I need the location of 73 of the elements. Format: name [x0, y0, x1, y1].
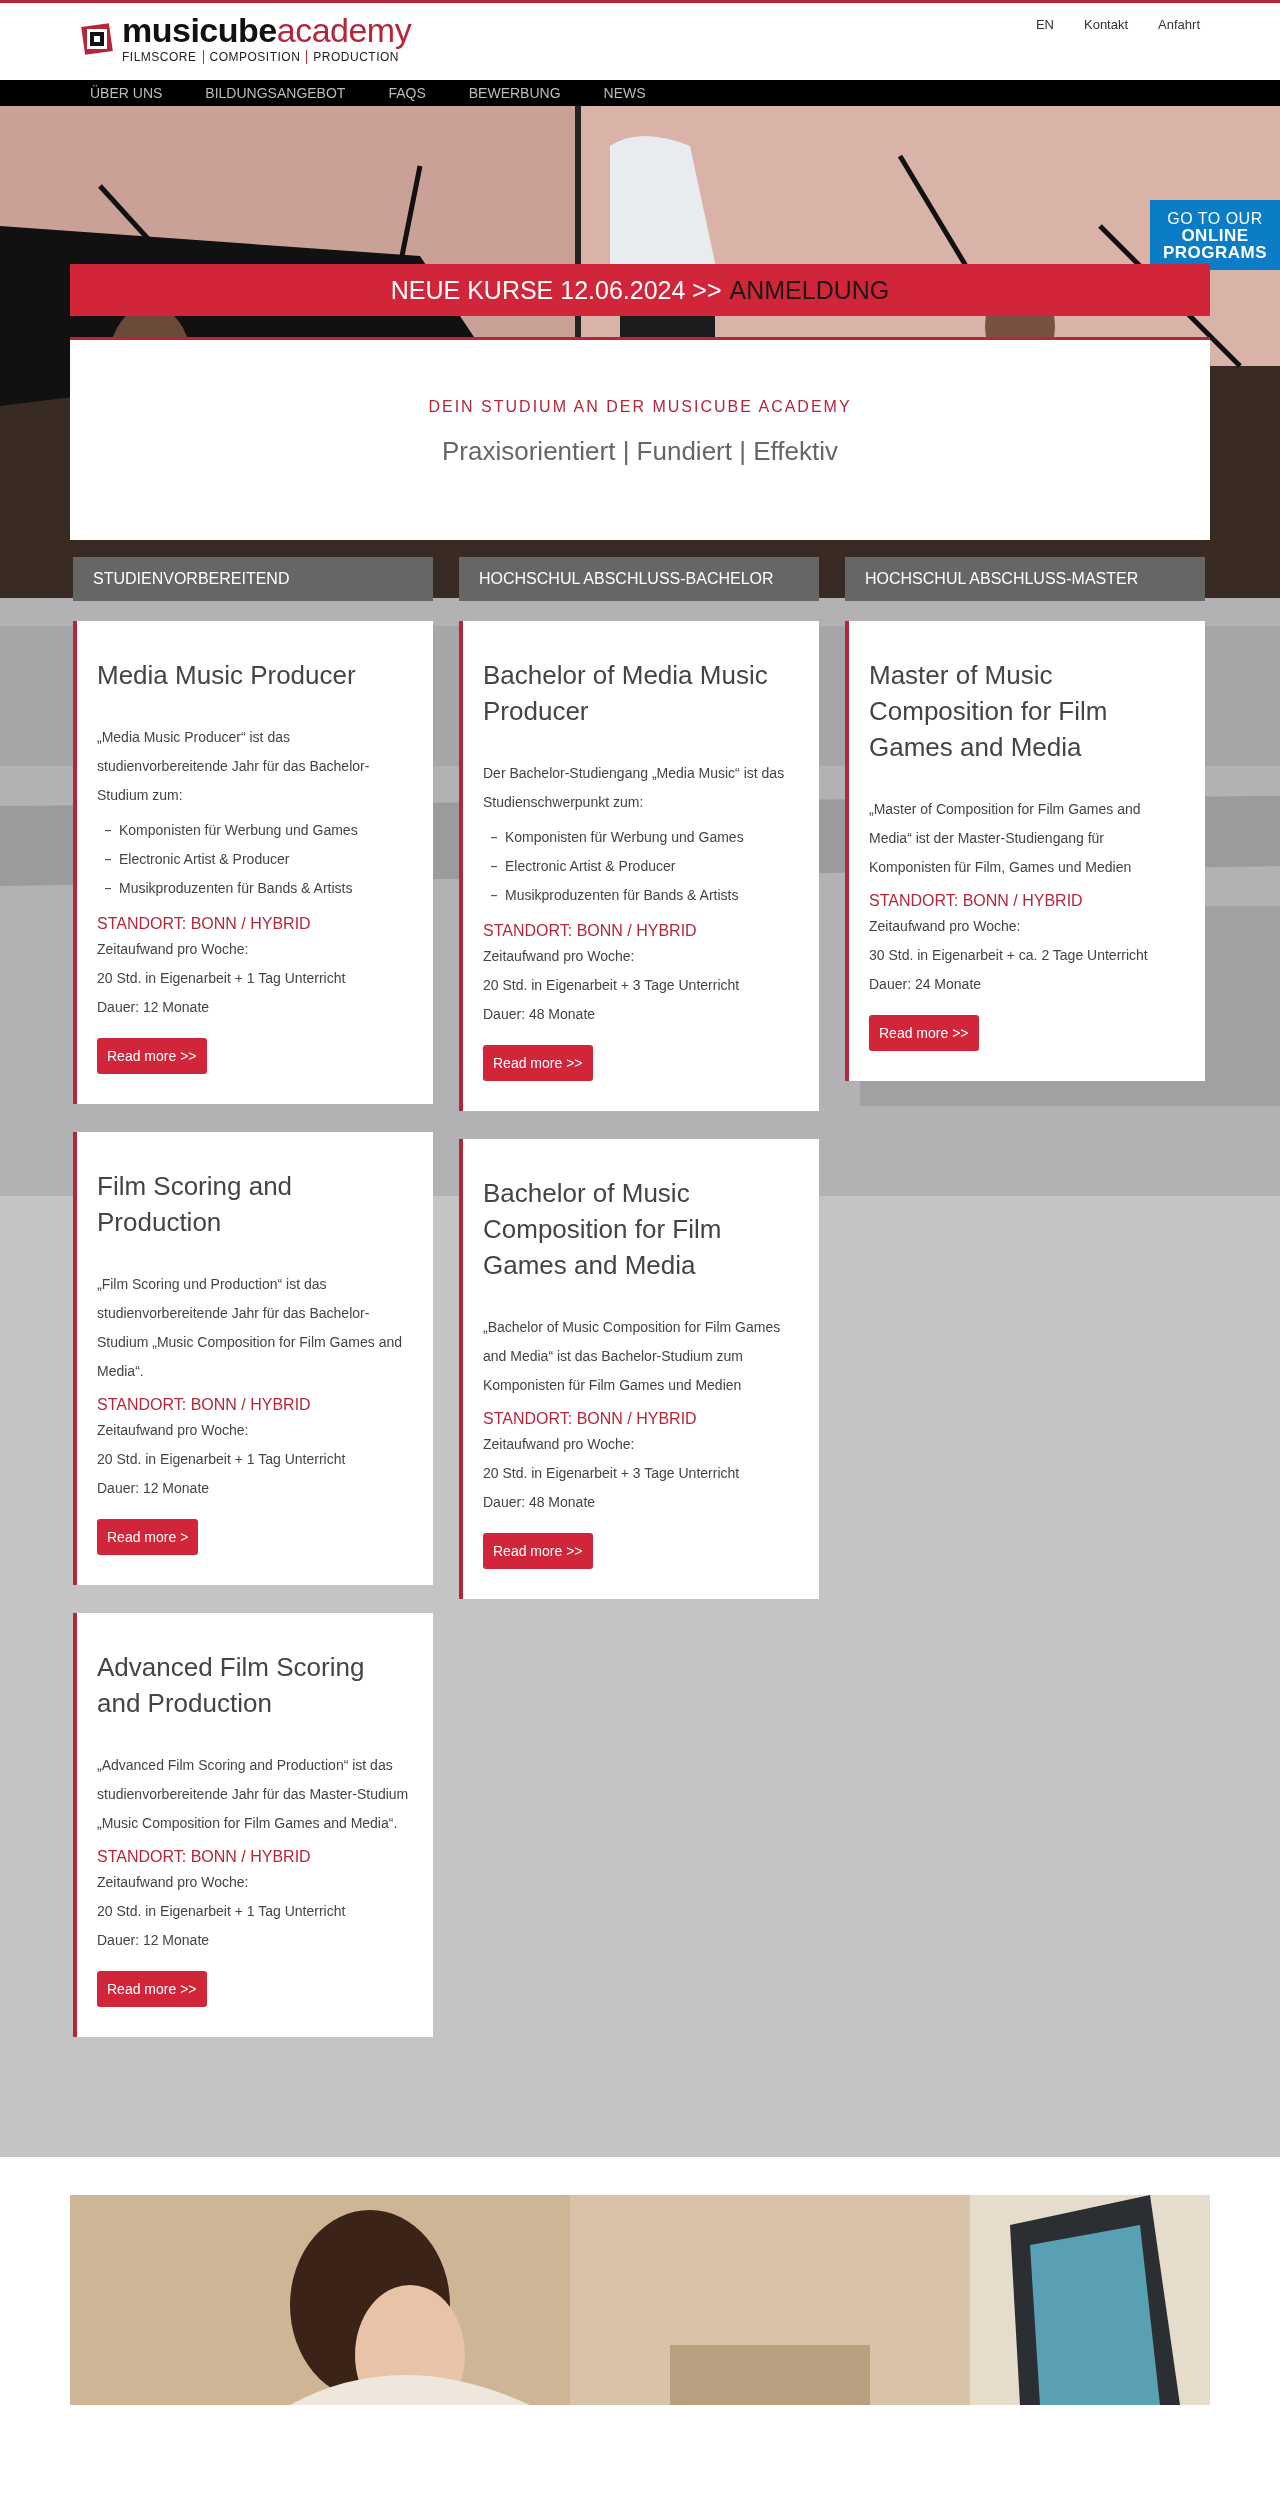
logo-tagline: FILMSCORE [122, 50, 198, 64]
time-label: Zeitaufwand pro Woche: [483, 947, 636, 966]
course-title: Bachelor of Media Music Producer [483, 659, 769, 728]
course-duration: Dauer: 12 Monate [97, 1479, 211, 1498]
course-duration: Dauer: 48 Monate [483, 1493, 597, 1512]
course-location: STANDORT: BONN / HYBRID [97, 914, 312, 934]
course-title: Media Music Producer [97, 659, 357, 692]
top-link[interactable]: EN [1035, 17, 1054, 80]
time-commitment: 20 Std. in Eigenarbeit + 3 Tage Unterricht [483, 1464, 741, 1483]
list-item: Electronic Artist & Producer [119, 850, 290, 869]
online-programs-button[interactable]: GO TO OUR ONLINE PROGRAMS [1150, 200, 1280, 270]
course-location: STANDORT: BONN / HYBRID [97, 1847, 312, 1867]
time-label: Zeitaufwand pro Woche: [483, 1435, 636, 1454]
time-label: Zeitaufwand pro Woche: [97, 940, 250, 959]
course-title: Master of Music Composition for Film Games and Media [869, 659, 1109, 764]
banner-text: NEUE KURSE 12.06.2024 >> [390, 275, 722, 305]
course-location: STANDORT: BONN / HYBRID [869, 891, 1084, 911]
intro-headline: Praxisorientiert | Fundiert | Effektiv [442, 436, 838, 467]
column-heading: STUDIENVORBEREITEND [73, 557, 433, 601]
nav-item[interactable]: BEWERBUNG [468, 85, 561, 101]
logo-icon [80, 21, 114, 56]
list-item: Musikproduzenten für Bands & Artists [119, 879, 353, 898]
column-heading: HOCHSCHUL ABSCHLUSS-MASTER [845, 557, 1205, 601]
time-label: Zeitaufwand pro Woche: [869, 917, 1022, 936]
course-duration: Dauer: 48 Monate [483, 1005, 597, 1024]
intro-kicker: DEIN STUDIUM AN DER MUSICUBE ACADEMY [428, 398, 852, 416]
logo-wordmark[interactable]: musicubeacademy [122, 13, 412, 47]
time-commitment: 20 Std. in Eigenarbeit + 3 Tage Unterricht [483, 976, 741, 995]
list-item: Musikproduzenten für Bands & Artists [505, 886, 739, 905]
logo-tagline: COMPOSITION [202, 50, 307, 64]
time-label: Zeitaufwand pro Woche: [97, 1873, 250, 1892]
course-location: STANDORT: BONN / HYBRID [483, 1409, 698, 1429]
course-location: STANDORT: BONN / HYBRID [483, 921, 698, 941]
top-link[interactable]: Kontakt [1084, 17, 1129, 80]
course-duration: Dauer: 12 Monate [97, 1931, 211, 1950]
read-more-button[interactable]: Read more >> [869, 1015, 979, 1051]
list-item: Komponisten für Werbung und Games [505, 828, 744, 847]
dash-icon [491, 865, 497, 868]
nav-item[interactable]: NEWS [603, 85, 646, 101]
dash-icon [105, 858, 111, 861]
dash-icon [491, 894, 497, 897]
top-link[interactable]: Anfahrt [1158, 17, 1200, 80]
course-description: Der Bachelor-Studiengang „Media Music“ ist das Studienschwerpunkt zum: [483, 764, 786, 812]
time-commitment: 20 Std. in Eigenarbeit + 1 Tag Unterricht [97, 1902, 347, 1921]
course-description: „Advanced Film Scoring and Production“ ist das studienvorbereitende Jahr für das Master-Studium „Music Composition for Film Games and Media“. [97, 1756, 410, 1833]
dash-icon [491, 836, 497, 839]
course-duration: Dauer: 24 Monate [869, 975, 983, 994]
course-title: Film Scoring and Production [97, 1170, 294, 1239]
time-label: Zeitaufwand pro Woche: [97, 1421, 250, 1440]
list-item: Electronic Artist & Producer [505, 857, 676, 876]
read-more-button[interactable]: Read more >> [483, 1045, 593, 1081]
course-description: „Master of Composition for Film Games and Media“ ist der Master-Studiengang für Komponisten für Film, Games und Medien [869, 800, 1142, 877]
course-description: „Film Scoring und Production“ ist das studienvorbereitende Jahr für das Bachelor-Studium „Music Composition for Film Games and Media“. [97, 1275, 403, 1381]
dash-icon [105, 829, 111, 832]
time-commitment: 30 Std. in Eigenarbeit + ca. 2 Tage Unterricht [869, 946, 1149, 965]
course-description: „Media Music Producer“ ist das studienvorbereitende Jahr für das Bachelor-Studium zum: [97, 728, 371, 805]
course-duration: Dauer: 12 Monate [97, 998, 211, 1017]
course-description: „Bachelor of Music Composition for Film Games and Media“ ist das Bachelor-Studium zum Komponisten für Film Games und Medien [483, 1318, 782, 1395]
course-title: Advanced Film Scoring and Production [97, 1651, 366, 1720]
nav-item[interactable]: FAQS [388, 85, 426, 101]
column-heading: HOCHSCHUL ABSCHLUSS-BACHELOR [459, 557, 819, 601]
time-commitment: 20 Std. in Eigenarbeit + 1 Tag Unterricht [97, 969, 347, 988]
course-title: Bachelor of Music Composition for Film Games and Media [483, 1177, 723, 1282]
read-more-button[interactable]: Read more >> [483, 1533, 593, 1569]
read-more-button[interactable]: Read more > [97, 1519, 199, 1555]
logo-tagline: PRODUCTION [306, 50, 406, 64]
time-commitment: 20 Std. in Eigenarbeit + 1 Tag Unterricht [97, 1450, 347, 1469]
course-location: STANDORT: BONN / HYBRID [97, 1395, 312, 1415]
read-more-button[interactable]: Read more >> [97, 1971, 207, 2007]
nav-item[interactable]: ÜBER UNS [90, 85, 163, 101]
list-item: Komponisten für Werbung und Games [119, 821, 358, 840]
nav-item[interactable]: BILDUNGSANGEBOT [205, 85, 346, 101]
read-more-button[interactable]: Read more >> [97, 1038, 207, 1074]
